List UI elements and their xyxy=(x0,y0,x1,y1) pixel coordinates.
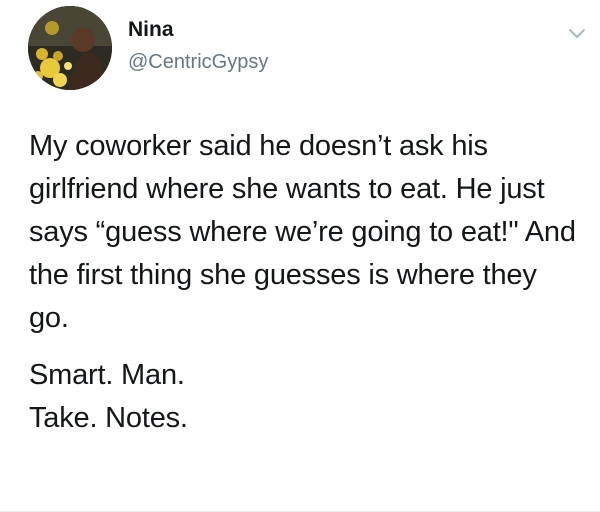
chevron-down-icon[interactable] xyxy=(566,22,588,44)
display-name[interactable]: Nina xyxy=(128,18,174,42)
avatar-photo xyxy=(28,6,112,90)
tweet-text: My coworker said he doesn’t ask his girl… xyxy=(29,125,584,440)
avatar[interactable] xyxy=(28,6,112,90)
tweet-line: Smart. Man. xyxy=(29,359,185,391)
tweet-line: Take. Notes. xyxy=(29,402,188,434)
user-handle[interactable]: @CentricGypsy xyxy=(128,51,268,74)
tweet-card: Nina @CentricGypsy My coworker said he d… xyxy=(0,0,600,512)
tweet-paragraph: My coworker said he doesn’t ask his girl… xyxy=(29,130,576,334)
